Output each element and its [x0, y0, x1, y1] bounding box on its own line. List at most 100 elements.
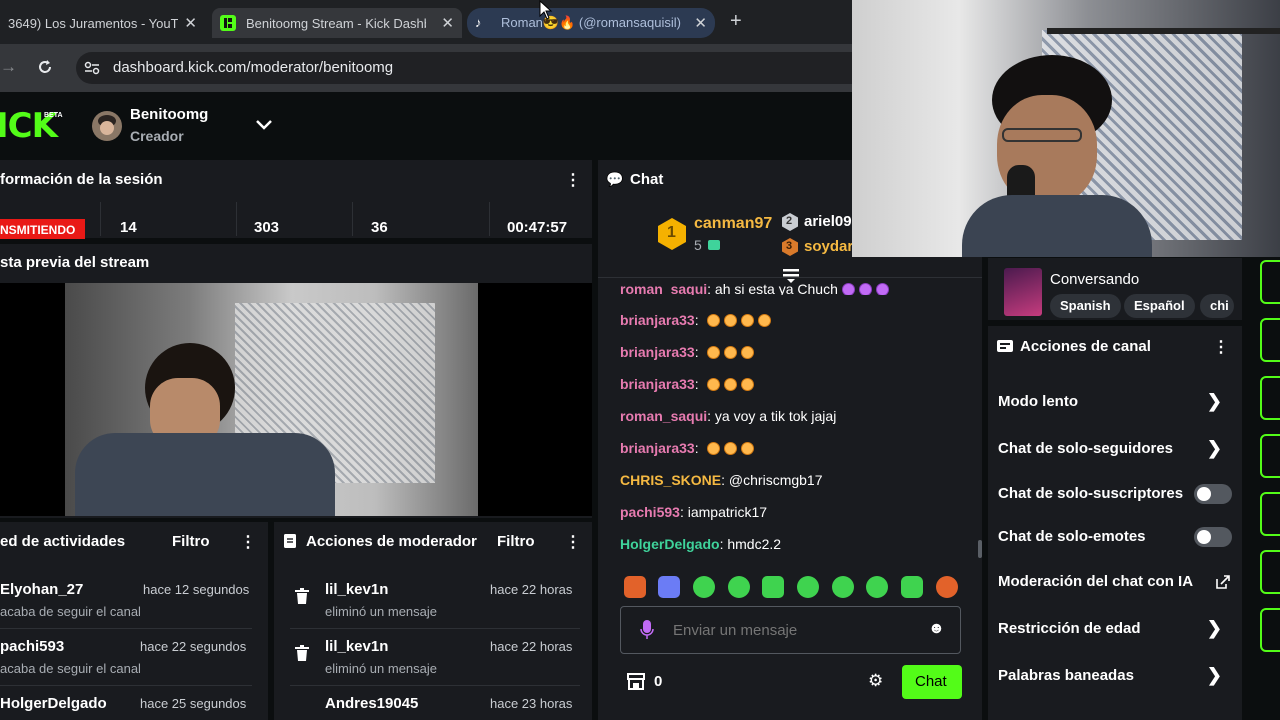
chat-text: iampatrick17 — [687, 504, 768, 520]
tab-title: Roman😎🔥 (@romansaquisil) — [501, 15, 681, 30]
category-thumbnail[interactable] — [1004, 268, 1042, 316]
rank-number: 2 — [786, 215, 793, 227]
send-chat-button[interactable]: Chat — [902, 665, 962, 699]
chat-message[interactable]: brianjara33: — [620, 312, 771, 328]
chat-username[interactable]: roman_saqui — [620, 281, 707, 295]
tool-rail-button[interactable] — [1260, 608, 1280, 652]
tool-rail-button[interactable] — [1260, 376, 1280, 420]
chat-text: @chriscmgb17 — [728, 472, 823, 488]
chat-separator: : — [694, 376, 703, 392]
more-options-icon[interactable]: ⋮ — [565, 170, 581, 190]
tab-youtube[interactable]: 3649) Los Juramentos - YouTub ✕ — [0, 8, 205, 38]
chevron-right-icon[interactable]: ❯ — [1207, 618, 1222, 639]
chat-message[interactable]: CHRIS_SKONE: @chriscmgb17 — [620, 472, 823, 488]
chat-username[interactable]: roman_saqui — [620, 408, 707, 424]
new-tab-button[interactable]: + — [730, 10, 742, 33]
more-options-icon[interactable]: ⋮ — [240, 532, 256, 552]
tool-rail-button[interactable] — [1260, 260, 1280, 304]
url-field[interactable]: dashboard.kick.com/moderator/benitoomg — [76, 52, 876, 84]
chat-scrollbar[interactable] — [978, 540, 982, 558]
forward-icon[interactable]: → — [0, 57, 17, 77]
tool-rail-button[interactable] — [1260, 318, 1280, 362]
stream-tag[interactable]: Spanish — [1050, 294, 1121, 318]
close-icon[interactable]: ✕ — [184, 14, 197, 32]
send-chat-label: Chat — [915, 673, 947, 690]
chat-message[interactable]: brianjara33: — [620, 344, 754, 360]
feed-filter-button[interactable]: Filtro — [172, 533, 210, 550]
emote-button[interactable] — [936, 576, 958, 598]
close-icon[interactable]: ✕ — [441, 14, 454, 32]
emote-button[interactable] — [866, 576, 888, 598]
emote-button[interactable] — [762, 576, 784, 598]
chevron-right-icon[interactable]: ❯ — [1207, 391, 1222, 412]
settings-gear-icon[interactable]: ⚙ — [868, 671, 883, 691]
emote-button[interactable] — [797, 576, 819, 598]
tool-rail-button[interactable] — [1260, 434, 1280, 478]
avatar[interactable] — [92, 111, 122, 141]
emote-button[interactable] — [901, 576, 923, 598]
feed-item-name[interactable]: HolgerDelgado — [0, 695, 107, 712]
chat-message[interactable]: brianjara33: — [620, 376, 754, 392]
chevron-down-icon[interactable] — [255, 119, 273, 131]
chat-username[interactable]: brianjara33 — [620, 344, 695, 360]
chat-username[interactable]: pachi593 — [620, 504, 680, 520]
reload-icon[interactable] — [37, 59, 53, 75]
site-settings-icon[interactable] — [84, 60, 100, 76]
chat-separator: : — [694, 344, 703, 360]
chat-message[interactable]: brianjara33: — [620, 440, 754, 456]
stream-tag[interactable]: chi — [1200, 294, 1234, 318]
channel-actions-panel — [988, 326, 1242, 720]
microphone-icon[interactable] — [640, 620, 654, 640]
emote-button[interactable] — [693, 576, 715, 598]
tool-rail-button[interactable] — [1260, 550, 1280, 594]
chat-message[interactable]: roman_saqui: ya voy a tik tok jajaj — [620, 408, 836, 424]
chat-separator: : — [707, 281, 715, 295]
subscribers-only-toggle[interactable] — [1194, 484, 1232, 504]
channel-actions-title: Acciones de canal — [1020, 338, 1151, 355]
category-name[interactable]: Conversando — [1050, 271, 1139, 288]
tool-rail-button[interactable] — [1260, 492, 1280, 536]
emotes-only-toggle[interactable] — [1194, 527, 1232, 547]
chat-username[interactable]: brianjara33 — [620, 440, 695, 456]
stream-tag[interactable]: Español — [1124, 294, 1195, 318]
chat-message[interactable]: HolgerDelgado: hmdc2.2 — [620, 536, 781, 552]
store-icon[interactable] — [627, 673, 645, 690]
chevron-right-icon[interactable]: ❯ — [1207, 665, 1222, 686]
feed-item-name[interactable]: Elyohan_27 — [0, 581, 83, 598]
mod-item-name[interactable]: lil_kev1n — [325, 638, 388, 655]
emote-button[interactable] — [624, 576, 646, 598]
channel-points: 0 — [654, 673, 663, 690]
mod-filter-button[interactable]: Filtro — [497, 533, 535, 550]
more-options-icon[interactable]: ⋮ — [1213, 337, 1229, 357]
chat-text: ah si esta ya Chuch — [714, 281, 838, 295]
chevron-right-icon[interactable]: ❯ — [1207, 438, 1222, 459]
leader-name[interactable]: soydar — [804, 238, 853, 255]
emote-button[interactable] — [728, 576, 750, 598]
tab-kick-dashboard[interactable]: Benitoomg Stream - Kick Dashb ✕ — [212, 8, 462, 38]
chat-username[interactable]: CHRIS_SKONE — [620, 472, 721, 488]
stream-preview-player[interactable] — [0, 283, 592, 516]
session-info-title: formación de la sesión — [0, 171, 163, 188]
chat-input-box[interactable]: ☻ — [620, 606, 961, 654]
chat-separator: : — [694, 440, 703, 456]
chat-message[interactable]: roman_saqui: ah si esta ya Chuch — [620, 281, 889, 295]
leader-name[interactable]: ariel09 — [804, 213, 852, 230]
chat-username[interactable]: HolgerDelgado — [620, 536, 720, 552]
mod-item-name[interactable]: lil_kev1n — [325, 581, 388, 598]
chat-message-input[interactable] — [673, 619, 913, 641]
more-options-icon[interactable]: ⋮ — [565, 532, 581, 552]
chat-message[interactable]: pachi593: iampatrick17 — [620, 504, 767, 520]
chat-username[interactable]: brianjara33 — [620, 312, 695, 328]
trash-icon — [295, 645, 309, 661]
emoji-picker-icon[interactable]: ☻ — [928, 620, 945, 638]
feed-item-name[interactable]: pachi593 — [0, 638, 64, 655]
emote-button[interactable] — [658, 576, 680, 598]
action-label: Restricción de edad — [998, 620, 1141, 637]
external-link-icon[interactable] — [1216, 575, 1230, 589]
tab-tiktok[interactable]: ♪ Roman😎🔥 (@romansaquisil) ✕ — [467, 8, 715, 38]
mod-item-name[interactable]: Andres19045 — [325, 695, 418, 712]
close-icon[interactable]: ✕ — [694, 14, 707, 32]
leader-name[interactable]: canman97 — [694, 215, 772, 233]
emote-button[interactable] — [832, 576, 854, 598]
chat-username[interactable]: brianjara33 — [620, 376, 695, 392]
